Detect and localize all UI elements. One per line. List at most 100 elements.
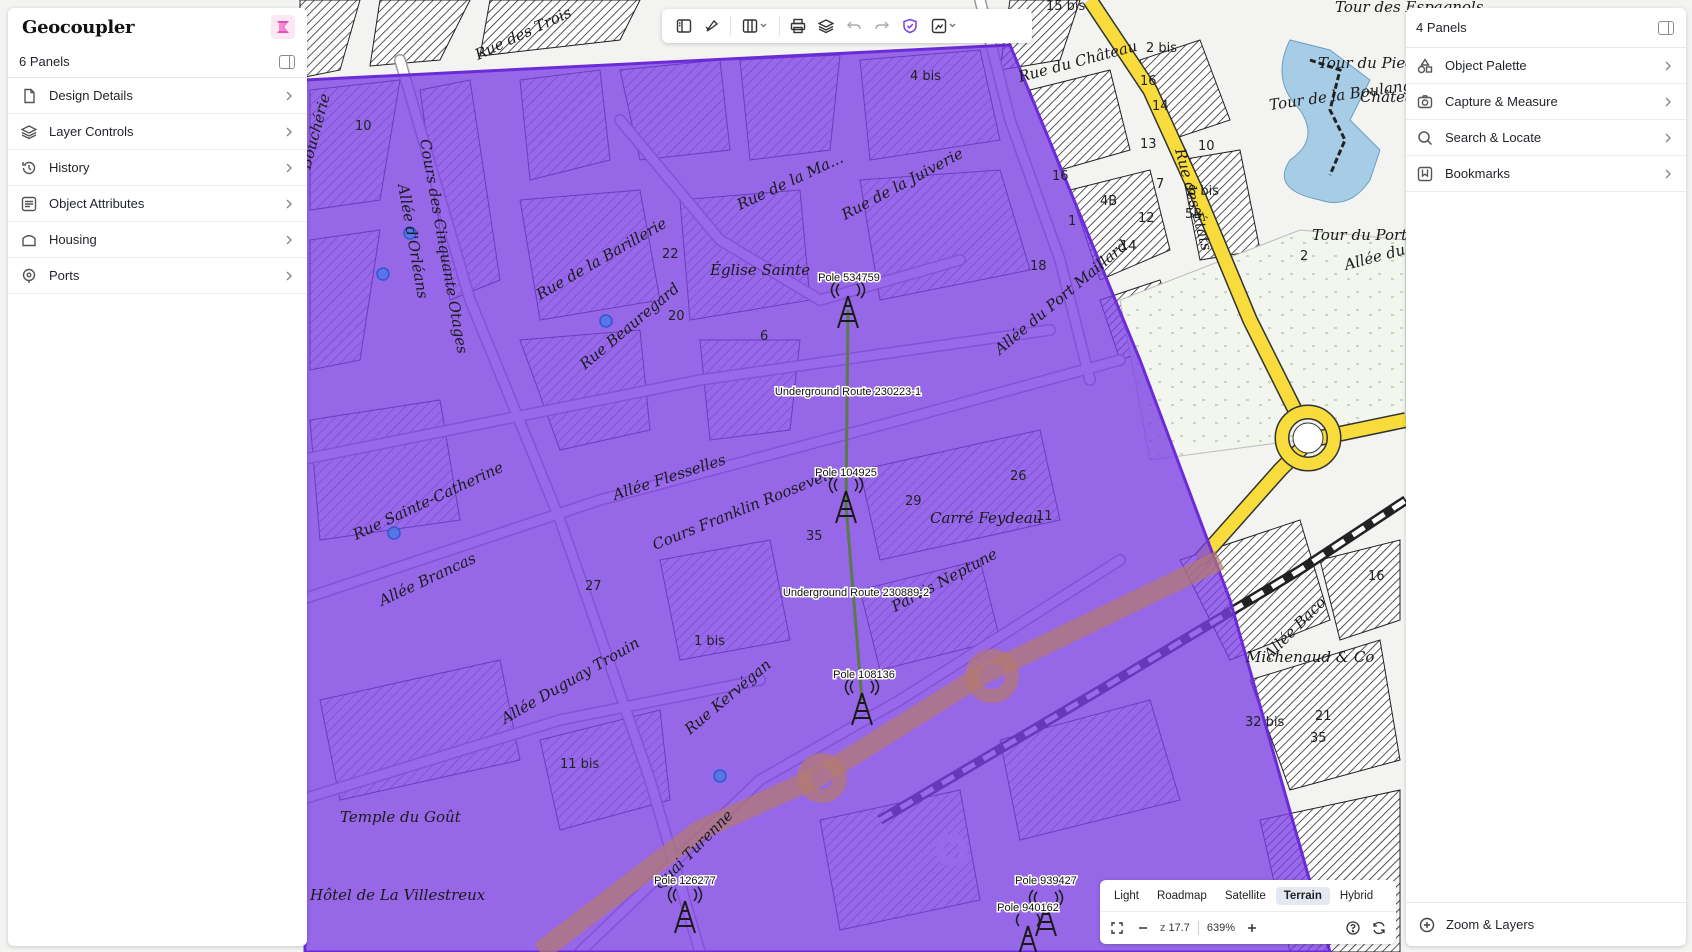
route-label: Underground Route 230223-1 <box>775 386 921 398</box>
house-number: 11 <box>1036 509 1053 524</box>
columns-dropdown-button[interactable] <box>735 12 775 40</box>
nav-item-object-palette[interactable]: Object Palette <box>1406 48 1686 84</box>
map-controls: Light Roadmap Satellite Terrain Hybrid z… <box>1100 880 1396 944</box>
bookmark-icon <box>1416 165 1434 183</box>
nav-item-capture-measure[interactable]: Capture & Measure <box>1406 84 1686 120</box>
refresh-button[interactable] <box>1370 919 1388 937</box>
help-button[interactable] <box>1344 919 1362 937</box>
panel-toggle-icon[interactable] <box>1658 20 1674 35</box>
house-number: 20 <box>668 309 685 324</box>
house-number: 10 <box>355 119 372 134</box>
nav-item-label: Housing <box>49 232 97 247</box>
house-number: 15 bis <box>1046 0 1086 14</box>
zoom-layers-button[interactable]: Zoom & Layers <box>1406 902 1686 946</box>
nav-item-housing[interactable]: Housing <box>8 222 307 258</box>
house-number: 4 bis <box>910 69 941 84</box>
nav-item-object-attributes[interactable]: Object Attributes <box>8 186 307 222</box>
undo-button[interactable] <box>840 12 868 40</box>
basemap-satellite-button[interactable]: Satellite <box>1217 887 1274 905</box>
sparkle-logo-icon[interactable] <box>271 15 295 39</box>
street-label: Tour du Port <box>1312 226 1408 244</box>
shield-icon <box>903 18 917 34</box>
chevron-right-icon <box>1662 168 1674 180</box>
house-number: 7 <box>1156 177 1164 192</box>
street-label: Michenaud & Co <box>1245 648 1374 666</box>
zoom-level: 17.7 <box>1168 922 1190 934</box>
history-icon <box>20 159 38 177</box>
chevron-right-icon <box>283 90 295 102</box>
zoom-out-button[interactable] <box>1134 919 1152 937</box>
zoom-prefix: z <box>1160 922 1166 934</box>
undo-icon <box>847 21 861 30</box>
street-label: Hôtel de La Villestreux <box>309 886 486 904</box>
layers-icon <box>818 19 834 34</box>
zoom-separator <box>1197 921 1199 935</box>
nav-item-bookmarks[interactable]: Bookmarks <box>1406 156 1686 192</box>
chevron-right-icon <box>283 126 295 138</box>
nav-item-label: Design Details <box>49 88 133 103</box>
attributes-icon <box>20 195 38 213</box>
zoom-in-button[interactable] <box>1243 919 1261 937</box>
pole-label: Pole 940162 <box>997 902 1059 914</box>
right-panels-bar: 4 Panels <box>1406 8 1686 48</box>
nav-item-label: Ports <box>49 268 80 283</box>
basemap-light-button[interactable]: Light <box>1106 887 1147 905</box>
basemap-hybrid-button[interactable]: Hybrid <box>1332 887 1381 905</box>
street-label: Temple du Goût <box>340 808 462 826</box>
zoom-in-circle-icon <box>1418 916 1436 934</box>
street-label: Carré Feydeau <box>930 509 1042 527</box>
nav-item-design-details[interactable]: Design Details <box>8 78 307 114</box>
print-button[interactable] <box>784 12 812 40</box>
nav-item-search-locate[interactable]: Search & Locate <box>1406 120 1686 156</box>
nav-item-ports[interactable]: Ports <box>8 258 307 294</box>
panel-toggle-button[interactable] <box>670 12 698 40</box>
layers-button[interactable] <box>812 12 840 40</box>
house-number: 1 <box>1068 214 1076 229</box>
basemap-switcher: Light Roadmap Satellite Terrain Hybrid <box>1100 880 1396 912</box>
pole-label: Pole 108136 <box>833 669 895 681</box>
house-number: 16 <box>1052 169 1069 184</box>
search-icon <box>1416 129 1434 147</box>
left-panel: Geocoupler 6 Panels Design Details Layer… <box>8 8 307 946</box>
house-number: 29 <box>905 494 922 509</box>
panel-toggle-icon[interactable] <box>279 54 295 69</box>
nav-item-layer-controls[interactable]: Layer Controls <box>8 114 307 150</box>
basemap-roadmap-button[interactable]: Roadmap <box>1149 887 1215 905</box>
fullscreen-icon <box>1111 922 1123 934</box>
route-label: Underground Route 230889-2 <box>783 587 929 599</box>
basemap-terrain-button[interactable]: Terrain <box>1275 886 1330 905</box>
nav-item-history[interactable]: History <box>8 150 307 186</box>
nav-item-label: Capture & Measure <box>1445 94 1558 109</box>
redo-button[interactable] <box>868 12 896 40</box>
house-number: 2 bis <box>1146 41 1177 56</box>
refresh-icon <box>1373 921 1385 935</box>
right-panels-count: 4 Panels <box>1416 20 1467 35</box>
left-panels-bar: 6 Panels <box>8 46 307 78</box>
shield-button[interactable] <box>896 12 924 40</box>
fullscreen-button[interactable] <box>1108 919 1126 937</box>
nav-item-label: Search & Locate <box>1445 130 1542 145</box>
chevron-right-icon <box>283 162 295 174</box>
chevron-right-icon <box>283 198 295 210</box>
house-number: 32 bis <box>1245 715 1285 730</box>
columns-icon <box>742 19 767 33</box>
house-number: 13 <box>1140 137 1157 152</box>
toolbar-separator <box>779 16 780 36</box>
pole-label: Pole 104925 <box>815 467 877 479</box>
plus-icon <box>1248 924 1257 932</box>
house-number: 35 <box>806 529 823 544</box>
zoom-layers-label: Zoom & Layers <box>1446 917 1535 932</box>
panel-toggle-icon <box>676 19 692 33</box>
house-number: 22 <box>662 247 679 262</box>
camera-icon <box>1416 93 1434 111</box>
map-toolbar <box>662 9 1032 43</box>
export-dropdown-button[interactable] <box>924 12 964 40</box>
pole-label: Pole 126277 <box>654 875 716 887</box>
chevron-right-icon <box>1662 96 1674 108</box>
house-number: 8 bis <box>1188 184 1219 199</box>
ports-icon <box>20 267 38 285</box>
draw-button[interactable] <box>698 12 726 40</box>
left-panels-count: 6 Panels <box>19 54 70 69</box>
nav-item-label: Layer Controls <box>49 124 134 139</box>
house-number: 6 <box>760 329 768 344</box>
